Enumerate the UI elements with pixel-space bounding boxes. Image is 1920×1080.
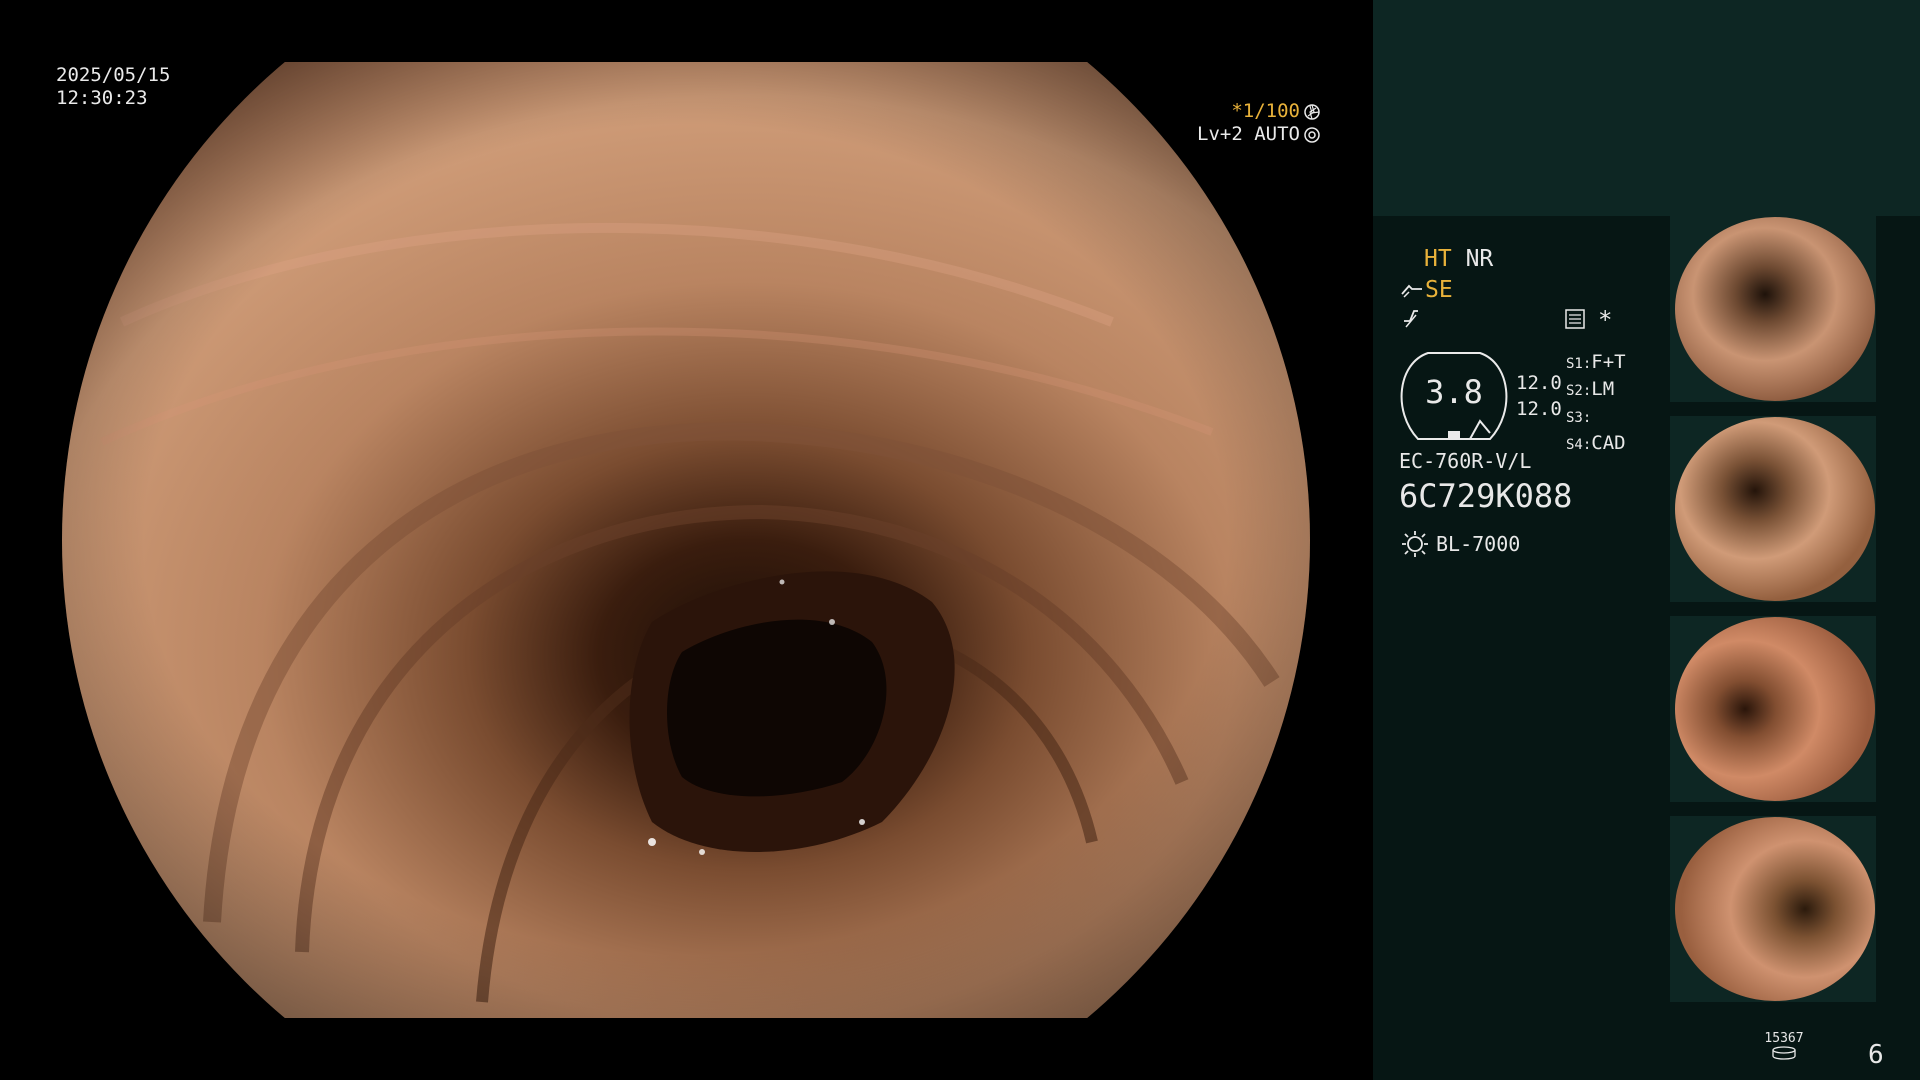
level-auto-label: Lv+2 AUTO [1197,123,1300,145]
storage-disk-icon [1772,1046,1796,1060]
s3-label: S3: [1566,410,1592,426]
zoom-value: 3.8 [1425,373,1483,411]
thumbnail-4[interactable] [1670,816,1876,1002]
se-indicator: SE [1425,277,1453,303]
iris-icon [1304,126,1320,143]
time-label: 12:30:23 [56,87,148,109]
s4-label: S4: [1566,437,1592,453]
aperture-icon [1304,103,1320,120]
light-source-label: BL-7000 [1436,532,1521,556]
s2-label: S2: [1566,383,1592,399]
thumbnail-2[interactable] [1670,416,1876,602]
value-1: 12.0 [1516,372,1562,394]
thumbnail-1[interactable] [1670,216,1876,402]
s4-value: CAD [1591,432,1626,454]
nr-indicator: NR [1465,246,1494,272]
thumbnail-3[interactable] [1670,616,1876,802]
value-2: 12.0 [1516,398,1562,420]
endoscope-view: 2025/05/15 12:30:23 *1/100 Lv+2 AUTO [0,0,1372,1080]
star-indicator: * [1598,306,1613,334]
scope-model: EC-760R-V/L [1399,449,1532,473]
panel-header-area [1373,0,1920,216]
zoom-gauge: 3.8 [1398,351,1510,441]
shutter-speed: *1/100 [1231,100,1300,122]
image-count: 6 [1868,1040,1884,1070]
s1-value: F+T [1591,351,1626,373]
edge-enhance-icon [1401,284,1422,298]
s1-label: S1: [1566,356,1592,372]
scope-serial: 6C729K088 [1399,477,1573,515]
waveform-icon [1404,310,1418,328]
date-label: 2025/05/15 [56,64,171,86]
ht-indicator: HT [1424,246,1452,272]
storage-count: 15367 [1764,1031,1804,1046]
light-source-icon [1402,531,1428,557]
endoscopic-image [62,62,1310,1018]
s2-value: LM [1591,378,1615,400]
record-icon [1565,309,1585,329]
